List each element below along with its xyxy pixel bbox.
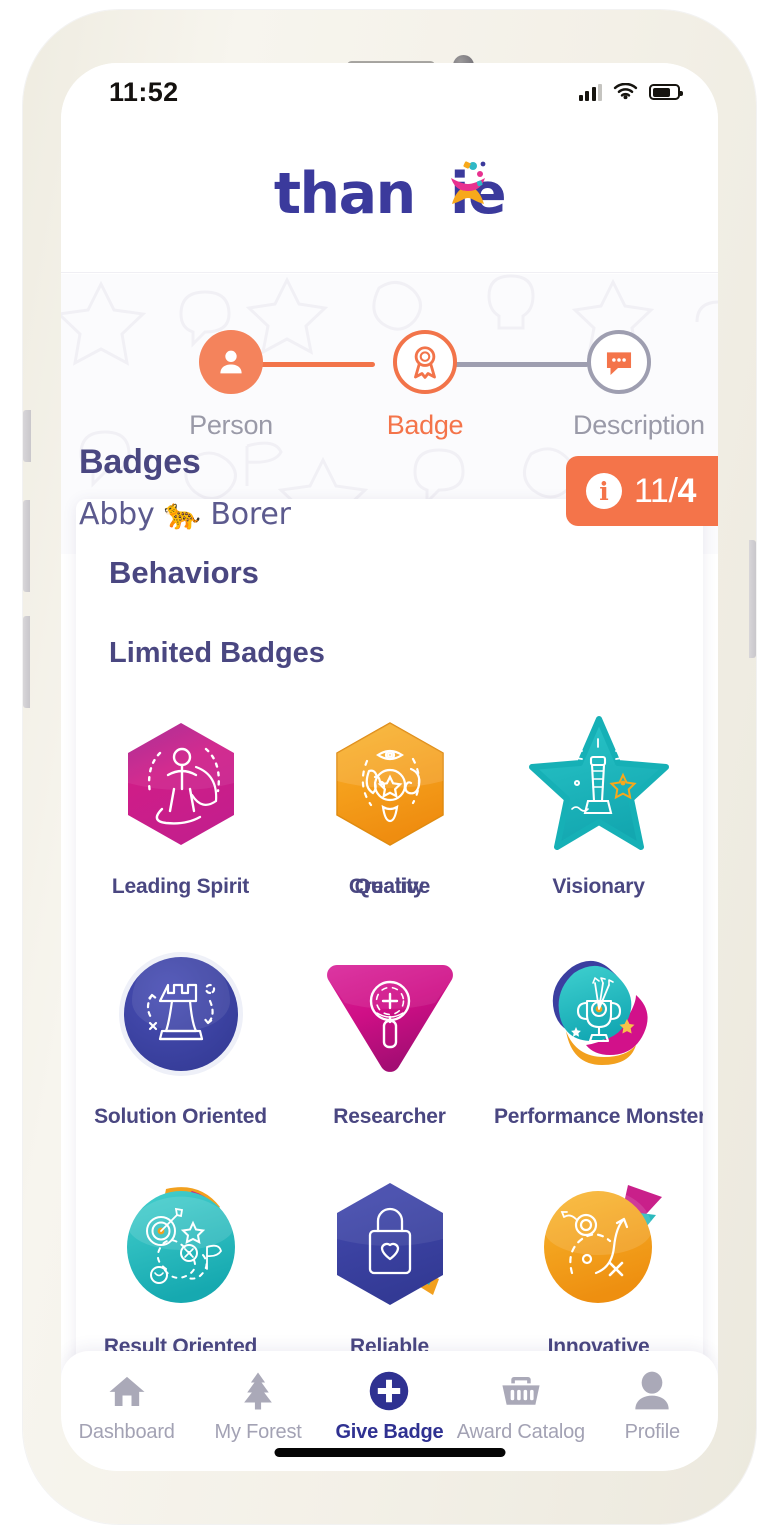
basket-icon: [500, 1369, 542, 1413]
recipient-name: Abby 🐆 Borer: [79, 497, 291, 532]
battery-icon: [649, 84, 683, 100]
badge-item-performance-monster[interactable]: Performance Monster: [494, 925, 703, 1155]
nav-item-my-forest[interactable]: My Forest: [193, 1369, 323, 1444]
thanxie-logo: than x ie: [273, 160, 507, 227]
badge-art: [524, 709, 674, 859]
nav-label: My Forest: [214, 1421, 302, 1443]
badge-art: [106, 939, 256, 1089]
lighthouse-icon: [528, 716, 669, 850]
plus-circle-icon: [368, 1369, 410, 1413]
badge-item-creative[interactable]: Creative Quality: [285, 695, 494, 925]
badge-limit-counter[interactable]: i 11/4: [565, 456, 718, 526]
badge-label: Performance Monster: [494, 1105, 703, 1128]
badges-header: Badges Abby 🐆 Borer i 11/4: [61, 435, 718, 555]
counter-current: 11: [633, 471, 669, 510]
badge-label-overlapping: Quality: [354, 875, 425, 898]
wifi-icon: [613, 82, 638, 99]
stepper-node-person: [199, 330, 263, 394]
nav-item-give-badge[interactable]: Give Badge: [324, 1369, 454, 1444]
volume-up-button[interactable]: [23, 500, 30, 592]
person-icon: [220, 350, 242, 374]
badge-item-leading-spirit[interactable]: Leading Spirit: [76, 695, 285, 925]
superhero-icon: [127, 723, 234, 845]
lock-heart-icon: [336, 1183, 443, 1305]
badge-art: [315, 709, 465, 859]
logo-text-before: than: [273, 160, 416, 227]
badge-label: Leading Spirit: [111, 875, 250, 898]
badge-item-visionary[interactable]: Visionary: [494, 695, 703, 925]
nav-label: Dashboard: [78, 1421, 175, 1443]
nav-label: Give Badge: [335, 1421, 444, 1443]
badge-item-researcher[interactable]: Researcher: [285, 925, 494, 1155]
badge-item-innovative[interactable]: Innovative: [494, 1155, 703, 1369]
stepper-node-badge: [393, 330, 457, 394]
badge-art: [106, 709, 256, 859]
target-path-icon: [126, 1187, 235, 1303]
nav-item-award-catalog[interactable]: Award Catalog: [456, 1369, 586, 1444]
badge-label: Researcher: [333, 1105, 446, 1128]
badge-art: [524, 939, 674, 1089]
chess-rook-icon: [118, 952, 243, 1076]
nav-label: Award Catalog: [456, 1421, 585, 1443]
tree-icon: [241, 1369, 275, 1413]
info-icon[interactable]: i: [585, 473, 622, 509]
nav-item-dashboard[interactable]: Dashboard: [62, 1369, 192, 1444]
behaviors-title: Behaviors: [109, 555, 259, 590]
logo-confetti-x-icon: [451, 160, 486, 204]
home-indicator-bar[interactable]: [274, 1448, 505, 1457]
phone-screen: 11:52 than x ie: [61, 63, 718, 1471]
nav-label: Profile: [624, 1421, 680, 1443]
arrow-path-icon: [543, 1185, 662, 1303]
badge-label: Visionary: [552, 875, 645, 898]
screenshot-root: 11:52 than x ie: [0, 0, 779, 1534]
page-title: Badges: [79, 443, 201, 481]
stepper-step-description[interactable]: Description: [573, 300, 705, 441]
cellular-signal-icon: [578, 83, 602, 101]
stepper-step-badge[interactable]: Badge: [379, 300, 471, 441]
status-clock: 11:52: [109, 76, 179, 107]
progress-stepper: Person Badge Description: [61, 300, 718, 440]
badge-counter-text: 11/4: [634, 472, 696, 511]
volume-down-button[interactable]: [23, 616, 30, 708]
badge-label-stack: Creative Quality: [285, 873, 494, 899]
badge-item-result-oriented[interactable]: Result Oriented: [76, 1155, 285, 1369]
badge-art: [106, 1169, 256, 1319]
limited-badges-title: Limited Badges: [109, 637, 325, 669]
stepper-step-person[interactable]: Person: [185, 300, 277, 441]
stepper-node-description: [587, 330, 651, 394]
award-ribbon-icon: [414, 346, 436, 379]
trophy-arrows-icon: [552, 960, 648, 1065]
badge-item-solution-oriented[interactable]: Solution Oriented: [76, 925, 285, 1155]
behaviors-card: Behaviors Limited Badges Leading Spirit …: [76, 499, 703, 1369]
senses-star-icon: [335, 722, 444, 846]
chat-bubble-icon: [606, 352, 632, 376]
badge-art: [315, 1169, 465, 1319]
status-icons: [578, 82, 683, 102]
person-avatar-icon: [633, 1369, 671, 1413]
power-button[interactable]: [749, 540, 756, 658]
badge-label: Solution Oriented: [94, 1105, 267, 1128]
badge-art: [315, 939, 465, 1089]
home-icon: [107, 1369, 147, 1413]
counter-limit: 4: [677, 471, 696, 510]
status-bar: 11:52: [61, 63, 718, 115]
badge-grid: Leading Spirit Creative Quality Visionar…: [76, 695, 703, 1369]
magnifier-plus-icon: [326, 965, 453, 1072]
app-logo-bar: than x ie: [61, 115, 718, 273]
mute-switch[interactable]: [23, 410, 31, 462]
nav-item-profile[interactable]: Profile: [587, 1369, 717, 1444]
badge-art: [524, 1169, 674, 1319]
badge-item-reliable[interactable]: Reliable: [285, 1155, 494, 1369]
